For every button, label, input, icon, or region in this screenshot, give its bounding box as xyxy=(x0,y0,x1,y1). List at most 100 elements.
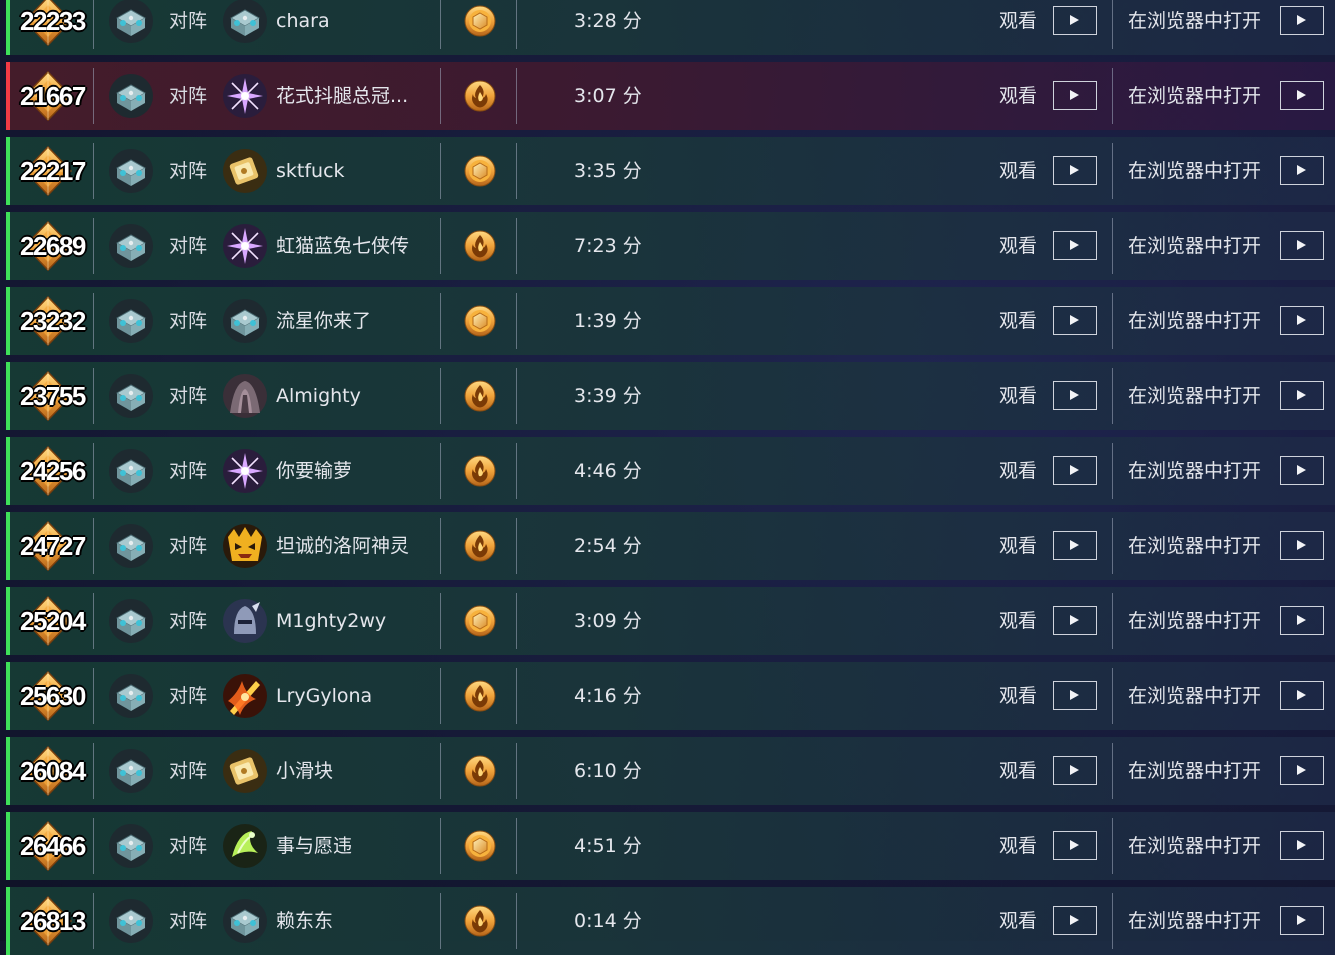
watch-button[interactable] xyxy=(1053,306,1097,335)
open-in-browser-label[interactable]: 在浏览器中打开 xyxy=(1128,212,1261,280)
watch-label[interactable]: 观看 xyxy=(999,737,1037,805)
play-icon xyxy=(1297,315,1306,325)
coin-mode-icon xyxy=(464,605,496,637)
result-indicator xyxy=(6,587,10,655)
divider xyxy=(93,368,94,424)
match-history-list: 22233 对阵 chara 3:28 分 观看 在浏览器中打开 21667 对… xyxy=(0,0,1335,955)
watch-label[interactable]: 观看 xyxy=(999,287,1037,355)
match-duration: 7:23 分 xyxy=(574,235,642,257)
open-in-browser-button[interactable] xyxy=(1280,906,1324,935)
play-icon xyxy=(1070,315,1079,325)
watch-label[interactable]: 观看 xyxy=(999,362,1037,430)
open-in-browser-label[interactable]: 在浏览器中打开 xyxy=(1128,512,1261,580)
open-in-browser-label[interactable]: 在浏览器中打开 xyxy=(1128,737,1261,805)
watch-button[interactable] xyxy=(1053,756,1097,785)
watch-button[interactable] xyxy=(1053,456,1097,485)
open-in-browser-label[interactable]: 在浏览器中打开 xyxy=(1128,662,1261,730)
watch-label[interactable]: 观看 xyxy=(999,137,1037,205)
open-in-browser-button[interactable] xyxy=(1280,81,1324,110)
open-in-browser-label[interactable]: 在浏览器中打开 xyxy=(1128,137,1261,205)
open-in-browser-label[interactable]: 在浏览器中打开 xyxy=(1128,0,1261,55)
flame-mode-icon xyxy=(464,230,496,262)
play-icon xyxy=(1070,15,1079,25)
match-duration: 4:51 分 xyxy=(574,835,642,857)
knight-hero-icon xyxy=(223,599,267,643)
open-in-browser-label[interactable]: 在浏览器中打开 xyxy=(1128,287,1261,355)
match-row: 26466 对阵 事与愿违 4:51 分 观看 在浏览器中打开 xyxy=(6,812,1335,880)
divider xyxy=(93,518,94,574)
watch-button[interactable] xyxy=(1053,156,1097,185)
watch-label[interactable]: 观看 xyxy=(999,812,1037,880)
play-icon xyxy=(1297,390,1306,400)
divider xyxy=(440,368,441,424)
watch-label[interactable]: 观看 xyxy=(999,587,1037,655)
watch-label[interactable]: 观看 xyxy=(999,0,1037,55)
opponent-name: 坦诚的洛阿神灵 xyxy=(276,535,410,557)
golden-box-hero-icon xyxy=(223,749,267,793)
open-in-browser-label[interactable]: 在浏览器中打开 xyxy=(1128,587,1261,655)
open-in-browser-label[interactable]: 在浏览器中打开 xyxy=(1128,62,1261,130)
watch-label[interactable]: 观看 xyxy=(999,512,1037,580)
open-in-browser-button[interactable] xyxy=(1280,381,1324,410)
watch-button[interactable] xyxy=(1053,6,1097,35)
watch-button[interactable] xyxy=(1053,231,1097,260)
watch-button[interactable] xyxy=(1053,531,1097,560)
mech-hero-icon xyxy=(109,0,153,43)
open-in-browser-button[interactable] xyxy=(1280,831,1324,860)
open-in-browser-button[interactable] xyxy=(1280,231,1324,260)
divider xyxy=(93,0,94,49)
opponent-name: 花式抖腿总冠... xyxy=(276,85,409,107)
watch-button[interactable] xyxy=(1053,906,1097,935)
result-indicator xyxy=(6,512,10,580)
match-row: 22233 对阵 chara 3:28 分 观看 在浏览器中打开 xyxy=(6,0,1335,55)
match-duration: 0:14 分 xyxy=(574,910,642,932)
divider xyxy=(1112,218,1113,274)
opponent-name: 虹猫蓝兔七侠传 xyxy=(276,235,410,257)
watch-label[interactable]: 观看 xyxy=(999,662,1037,730)
versus-label: 对阵 xyxy=(169,685,208,707)
open-in-browser-label[interactable]: 在浏览器中打开 xyxy=(1128,362,1261,430)
divider xyxy=(516,143,517,199)
divider xyxy=(1112,368,1113,424)
fire-blade-hero-icon xyxy=(223,674,267,718)
open-in-browser-button[interactable] xyxy=(1280,606,1324,635)
divider xyxy=(1112,668,1113,724)
watch-label[interactable]: 观看 xyxy=(999,887,1037,955)
watch-label[interactable]: 观看 xyxy=(999,62,1037,130)
match-duration: 3:09 分 xyxy=(574,610,642,632)
open-in-browser-button[interactable] xyxy=(1280,156,1324,185)
open-in-browser-button[interactable] xyxy=(1280,531,1324,560)
open-in-browser-button[interactable] xyxy=(1280,306,1324,335)
watch-button[interactable] xyxy=(1053,831,1097,860)
result-indicator xyxy=(6,362,10,430)
versus-label: 对阵 xyxy=(169,460,208,482)
mech-hero-icon xyxy=(109,374,153,418)
open-in-browser-button[interactable] xyxy=(1280,456,1324,485)
divider xyxy=(93,443,94,499)
match-duration: 4:46 分 xyxy=(574,460,642,482)
watch-label[interactable]: 观看 xyxy=(999,437,1037,505)
open-in-browser-label[interactable]: 在浏览器中打开 xyxy=(1128,812,1261,880)
watch-label[interactable]: 观看 xyxy=(999,212,1037,280)
play-icon xyxy=(1070,165,1079,175)
rank-number: 23755 xyxy=(20,381,86,411)
open-in-browser-label[interactable]: 在浏览器中打开 xyxy=(1128,887,1261,955)
watch-button[interactable] xyxy=(1053,681,1097,710)
match-row: 25630 对阵 LryGylona 4:16 分 观看 在浏览器中打开 xyxy=(6,662,1335,730)
watch-button[interactable] xyxy=(1053,81,1097,110)
open-in-browser-button[interactable] xyxy=(1280,681,1324,710)
open-in-browser-button[interactable] xyxy=(1280,6,1324,35)
watch-button[interactable] xyxy=(1053,381,1097,410)
divider xyxy=(440,668,441,724)
open-in-browser-button[interactable] xyxy=(1280,756,1324,785)
rank-number: 25630 xyxy=(20,681,86,711)
open-in-browser-label[interactable]: 在浏览器中打开 xyxy=(1128,437,1261,505)
play-icon xyxy=(1070,840,1079,850)
divider xyxy=(516,368,517,424)
watch-button[interactable] xyxy=(1053,606,1097,635)
versus-label: 对阵 xyxy=(169,85,208,107)
divider xyxy=(516,668,517,724)
play-icon xyxy=(1297,540,1306,550)
divider xyxy=(1112,518,1113,574)
divider xyxy=(440,743,441,799)
